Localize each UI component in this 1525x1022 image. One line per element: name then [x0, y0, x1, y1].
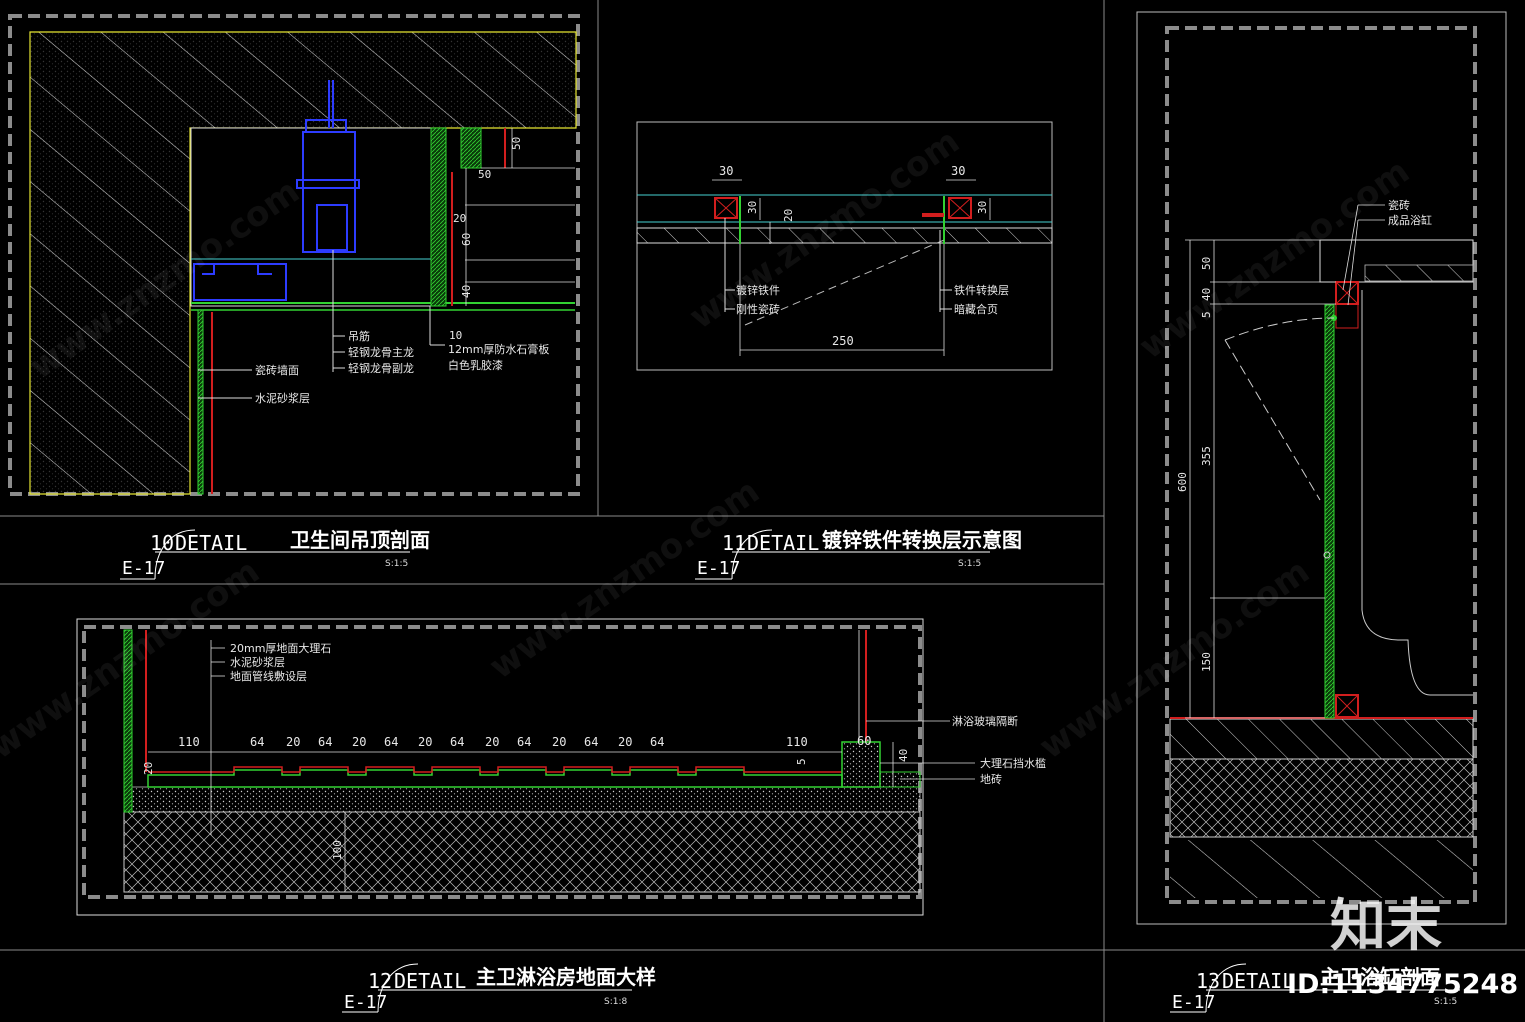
- label-hinge: 暗藏合页: [954, 302, 998, 316]
- title-block-11: 11 DETAIL 镀锌铁件转换层示意图 E-17 S:1:5: [695, 528, 1022, 580]
- detail-11-title: 镀锌铁件转换层示意图: [822, 528, 1022, 552]
- detail-12-prefix: DETAIL: [394, 969, 466, 993]
- watermark-4: www.znzmo.com: [1132, 151, 1417, 367]
- dim-d10-d: 60: [460, 233, 473, 246]
- dim-d13-0: 50: [1200, 257, 1213, 270]
- dim-d12-16: 40: [897, 749, 910, 762]
- dim-d13-5: 600: [1176, 472, 1189, 492]
- dim-d12-13: 64: [650, 735, 664, 749]
- image-id: ID:1134775248: [1287, 969, 1518, 1000]
- dim-d12-11: 64: [584, 735, 598, 749]
- dim-d13-3: 355: [1200, 446, 1213, 466]
- dim-d11-b: 30: [951, 164, 965, 178]
- dim-d10-c: 20: [453, 212, 466, 225]
- dim-d12-15: 60: [857, 734, 871, 748]
- detail-11-number: 11: [722, 531, 746, 555]
- label-main-keel: 轻钢龙骨主龙: [348, 345, 414, 359]
- detail-11-prefix: DETAIL: [747, 531, 819, 555]
- dim-d10-f: 10: [449, 329, 462, 342]
- detail-10-ceiling-section: 吊筋 轻钢龙骨主龙 轻钢龙骨副龙 12mm厚防水石膏板 白色乳胶漆 瓷砖墙面 水…: [8, 14, 580, 496]
- label-hanger: 吊筋: [348, 329, 370, 343]
- dim-d11-c: 30: [746, 201, 759, 214]
- detail-11-galvanized-transfer: 30 30 30 30 20 250 镀锌铁件 刚性瓷砖 铁件转换层 暗藏合页: [636, 121, 1053, 371]
- dim-d12-9: 64: [517, 735, 531, 749]
- label-mortar: 水泥砂浆层: [255, 391, 310, 405]
- dim-d12-0: 110: [178, 735, 200, 749]
- dim-d12-10: 20: [552, 735, 566, 749]
- title-block-12: 12 DETAIL 主卫淋浴房地面大样 E-17 S:1:8: [342, 963, 656, 1013]
- dim-d12-18: 5: [795, 758, 808, 765]
- label-glass: 淋浴玻璃隔断: [952, 714, 1018, 728]
- dim-d11-f: 250: [832, 334, 854, 348]
- dim-d10-a: 50: [510, 137, 523, 150]
- label-tile-wall: 瓷砖墙面: [255, 363, 299, 377]
- detail-13-prefix: DETAIL: [1222, 969, 1294, 993]
- detail-13-number: 13: [1196, 969, 1220, 993]
- detail-10-prefix: DETAIL: [175, 531, 247, 555]
- dim-d12-7: 64: [450, 735, 464, 749]
- label-floor-tile: 地砖: [980, 772, 1002, 786]
- dim-d12-19: 100: [331, 840, 344, 860]
- label-transfer-layer: 铁件转换层: [954, 283, 1009, 297]
- detail-12-number: 12: [368, 969, 392, 993]
- detail-12-sheet: E-17: [344, 992, 387, 1013]
- cad-drawing-canvas: 吊筋 轻钢龙骨主龙 轻钢龙骨副龙 12mm厚防水石膏板 白色乳胶漆 瓷砖墙面 水…: [0, 0, 1525, 1022]
- detail-10-sheet: E-17: [122, 558, 165, 579]
- label-paint: 白色乳胶漆: [448, 358, 503, 372]
- dim-d12-17: 20: [142, 762, 155, 775]
- detail-13-sheet: E-17: [1172, 992, 1215, 1013]
- dim-d12-5: 64: [384, 735, 398, 749]
- dim-d10-b: 50: [478, 168, 491, 181]
- label-sub-keel: 轻钢龙骨副龙: [348, 361, 414, 375]
- brand-logo: 知末: [1330, 894, 1442, 959]
- label-marble: 20mm厚地面大理石: [230, 641, 331, 655]
- label-conduit: 地面管线敷设层: [230, 669, 307, 683]
- detail-12-title: 主卫淋浴房地面大样: [476, 965, 656, 989]
- dim-d12-1: 64: [250, 735, 264, 749]
- dim-d11-e: 20: [782, 209, 795, 222]
- detail-10-number: 10: [150, 531, 174, 555]
- label-mortar-12: 水泥砂浆层: [230, 655, 285, 669]
- dim-d12-2: 20: [286, 735, 300, 749]
- detail-10-scale: S:1:5: [385, 559, 408, 569]
- label-bathtub: 成品浴缸: [1388, 213, 1432, 227]
- dim-d12-14: 110: [786, 735, 808, 749]
- dim-d12-6: 20: [418, 735, 432, 749]
- label-gypsum: 12mm厚防水石膏板: [448, 342, 549, 356]
- dim-d11-a: 30: [719, 164, 733, 178]
- dim-d12-8: 20: [485, 735, 499, 749]
- dim-d11-d: 30: [976, 201, 989, 214]
- detail-11-scale: S:1:5: [958, 559, 981, 569]
- dim-d12-3: 64: [318, 735, 332, 749]
- label-threshold: 大理石挡水槛: [980, 756, 1046, 770]
- detail-12-shower-floor: 20mm厚地面大理石 水泥砂浆层 地面管线敷设层 淋浴玻璃隔断 大理石挡水槛 地…: [76, 618, 1046, 916]
- dim-d12-12: 20: [618, 735, 632, 749]
- detail-13-bathtub-section: 瓷砖 成品浴缸 50 40 5 355 150 600: [1136, 11, 1507, 925]
- detail-11-sheet: E-17: [697, 558, 740, 579]
- dim-d12-4: 20: [352, 735, 366, 749]
- detail-10-title: 卫生间吊顶剖面: [290, 528, 430, 552]
- title-block-10: 10 DETAIL 卫生间吊顶剖面 E-17 S:1:5: [120, 528, 430, 580]
- dim-d10-e: 40: [460, 285, 473, 298]
- detail-12-scale: S:1:8: [604, 997, 628, 1007]
